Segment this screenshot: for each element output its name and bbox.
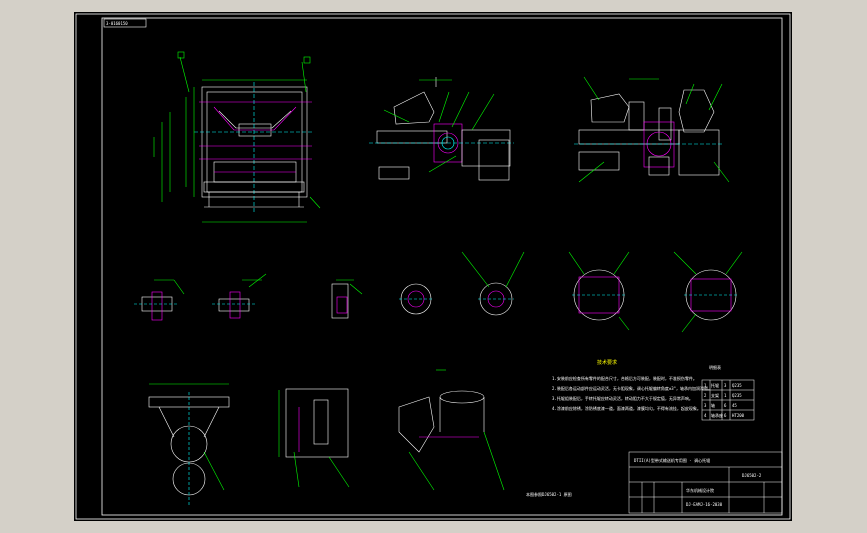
table-cell: 6 — [724, 413, 727, 418]
title-block-drawing-no: DJ6502-2 — [742, 473, 762, 478]
tech-notes: 1.安装前应检查所有零件的配合尺寸，合格后方可装配，装配时，不准损伤零件。 2.… — [552, 375, 712, 411]
table-cell: 轴 — [711, 402, 715, 408]
outer-border — [75, 13, 791, 520]
tech-note-2: 2.装配后各运动部件应运动灵活，无卡阻现象，调心托辊偏转角度±3°，轴承内加润滑… — [552, 385, 712, 391]
tech-note-3: 3.托辊组装配后，手转托辊应转动灵活，转动阻力不大于规定值，无异常声响。 — [552, 395, 693, 401]
bottom-views — [148, 369, 505, 507]
table-cell: Q235 — [732, 383, 742, 388]
table-cell: 45 — [732, 403, 737, 408]
bottom-note: 本图参照DJ6502-1 原图 — [526, 491, 572, 497]
cad-drawing: 3-0160150 技术要求 1.安装前应检查所有零件的配合尺寸，合格后方可装配… — [75, 13, 791, 520]
table-cell: 3 — [704, 403, 707, 408]
tech-note-4: 4.涂漆前应除锈，涂防锈底漆一道，面漆两道，漆膜均匀，不得有流挂，起皮现象。 — [552, 405, 701, 411]
section-view-upper-right — [574, 76, 730, 183]
drawing-tag: 3-0160150 — [106, 21, 128, 26]
table-cell: 轴承座 — [711, 412, 723, 418]
table-cell: Q235 — [732, 393, 742, 398]
table-cell: 3 — [724, 383, 727, 388]
parts-table — [701, 379, 755, 421]
table-cell: 2 — [704, 393, 707, 398]
tech-notes-heading: 技术要求 — [597, 359, 617, 366]
inner-border — [101, 17, 783, 516]
title-block-code: DJ-EAMJ-16-2030 — [686, 502, 723, 507]
main-front-view — [153, 51, 321, 223]
title-block-name: DTII(A)型带式输送机专用图 - 调心托辊 — [634, 457, 710, 463]
table-cell: HT200 — [732, 413, 745, 418]
table-cell: 6 — [724, 403, 727, 408]
drawing-canvas[interactable]: 3-0160150 技术要求 1.安装前应检查所有零件的配合尺寸，合格后方可装配… — [74, 12, 792, 521]
table-cell: 支架 — [711, 392, 719, 398]
table-cell: 1 — [724, 393, 727, 398]
title-block-company: 华东机械设计院 — [686, 487, 714, 493]
tech-note-1: 1.安装前应检查所有零件的配合尺寸，合格后方可装配，装配时，不准损伤零件。 — [552, 375, 697, 381]
parts-table-title: 明细表 — [709, 364, 721, 370]
table-cell: 托辊 — [711, 382, 719, 388]
table-cell: 4 — [704, 413, 707, 418]
small-details-row — [134, 251, 743, 333]
section-view-upper-middle — [369, 77, 514, 181]
